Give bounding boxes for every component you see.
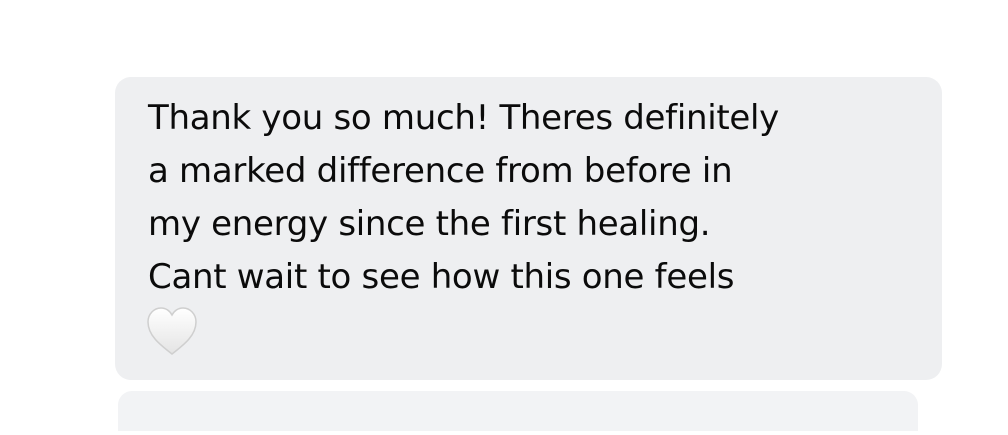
message-text: Thank you so much! Theres definitely a m… bbox=[148, 98, 779, 297]
message-bubble[interactable]: Thank you so much! Theres definitely a m… bbox=[115, 77, 942, 380]
white-heart-icon bbox=[145, 305, 199, 357]
next-message-bubble bbox=[118, 391, 918, 431]
message-thread: Thank you so much! Theres definitely a m… bbox=[0, 0, 1008, 435]
